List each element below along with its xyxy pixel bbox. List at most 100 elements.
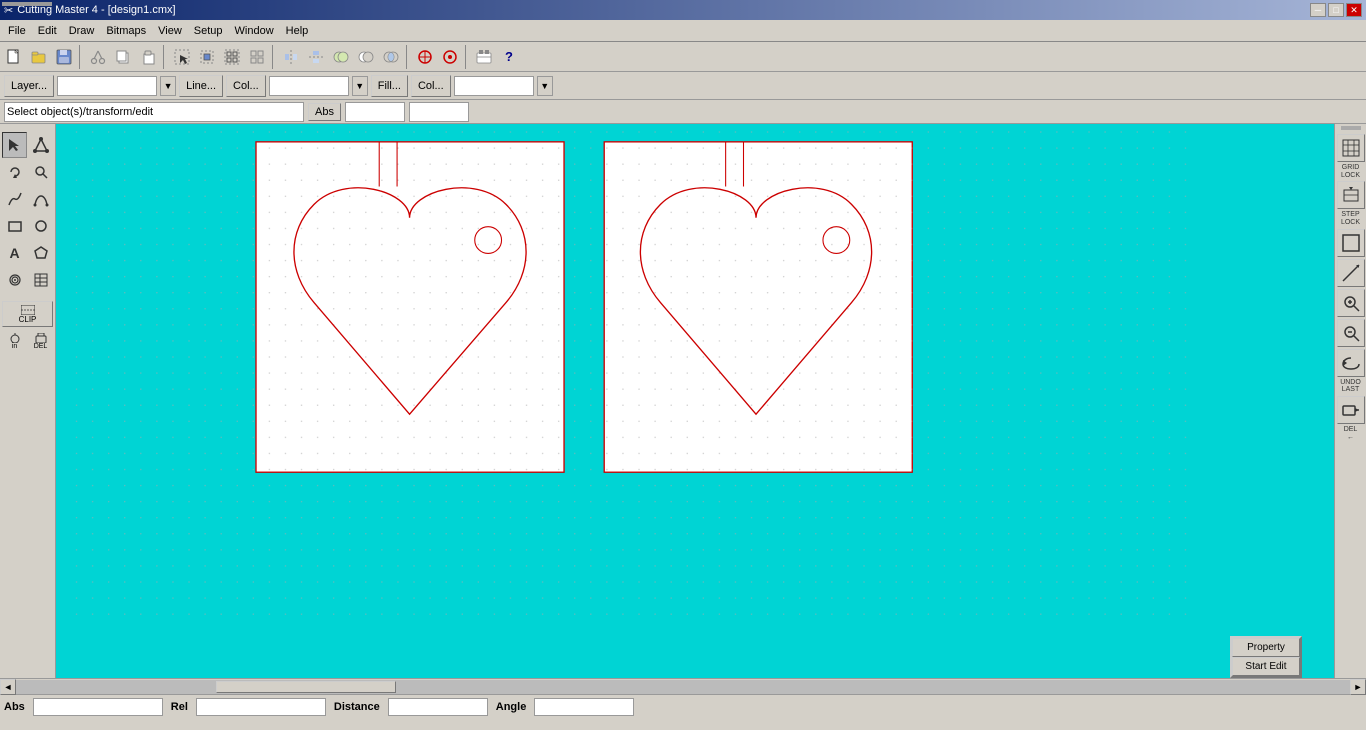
tool-row-1 xyxy=(2,132,53,158)
layer-dropdown-arrow[interactable]: ▼ xyxy=(160,76,176,96)
fill-dropdown-arrow[interactable]: ▼ xyxy=(537,76,553,96)
del-last-btn[interactable] xyxy=(1337,396,1365,424)
tool-row-clip: CLIP xyxy=(2,301,53,327)
ellipse-tool-btn[interactable] xyxy=(28,213,53,239)
fill-btn[interactable]: Fill... xyxy=(371,75,408,97)
abs-btn[interactable]: Abs xyxy=(308,103,341,121)
col-btn1[interactable]: Col... xyxy=(226,75,266,97)
select-btn[interactable] xyxy=(170,45,194,69)
zoom-out-right-btn[interactable] xyxy=(1337,319,1365,347)
del-tool-btn[interactable]: DEL xyxy=(28,328,53,354)
intersect-btn[interactable] xyxy=(379,45,403,69)
sep4 xyxy=(406,45,410,69)
flip-btn[interactable] xyxy=(304,45,328,69)
new-btn[interactable] xyxy=(2,45,26,69)
snap-btn[interactable] xyxy=(1337,229,1365,257)
angle-snap-btn[interactable] xyxy=(1337,259,1365,287)
mark-btn[interactable] xyxy=(413,45,437,69)
distance-value-input[interactable] xyxy=(388,698,488,716)
select-tool-btn[interactable] xyxy=(2,132,27,158)
clip-label: CLIP xyxy=(19,315,37,324)
menu-edit[interactable]: Edit xyxy=(32,23,63,39)
save-btn[interactable] xyxy=(52,45,76,69)
mirror-btn[interactable] xyxy=(279,45,303,69)
start-edit-btn[interactable]: Start Edit xyxy=(1232,657,1300,676)
title-bar-controls: ─ □ ✕ xyxy=(1310,3,1362,17)
scroll-thumb-h[interactable] xyxy=(216,681,396,693)
paste-btn[interactable] xyxy=(136,45,160,69)
abs-value-input[interactable] xyxy=(33,698,163,716)
line-input[interactable] xyxy=(269,76,349,96)
ungroup-btn[interactable] xyxy=(245,45,269,69)
fill-input[interactable] xyxy=(454,76,534,96)
line-btn[interactable]: Line... xyxy=(179,75,223,97)
toolbar-row-2: Layer... ▼ Line... Col... ▼ Fill... Col.… xyxy=(0,72,1366,100)
help-btn[interactable]: ? xyxy=(497,45,521,69)
menu-view[interactable]: View xyxy=(152,23,188,39)
tool-row-6 xyxy=(2,267,53,293)
send-to-cutter[interactable] xyxy=(472,45,496,69)
measure-tool-btn[interactable]: in xyxy=(2,328,27,354)
menu-file[interactable]: File xyxy=(2,23,32,39)
menu-draw[interactable]: Draw xyxy=(63,23,101,39)
menu-help[interactable]: Help xyxy=(280,23,315,39)
zoom-in-right-btn[interactable] xyxy=(1337,289,1365,317)
bezier-tool-btn[interactable] xyxy=(28,186,53,212)
sep1 xyxy=(79,45,83,69)
mark2-btn[interactable] xyxy=(438,45,462,69)
layer-dropdown[interactable] xyxy=(57,76,157,96)
minimize-btn[interactable]: ─ xyxy=(1310,3,1326,17)
menu-setup[interactable]: Setup xyxy=(188,23,229,39)
menu-bitmaps[interactable]: Bitmaps xyxy=(100,23,152,39)
menu-window[interactable]: Window xyxy=(229,23,280,39)
scroll-right-btn[interactable]: ► xyxy=(1350,679,1366,695)
layer-btn[interactable]: Layer... xyxy=(4,75,54,97)
toolbar-row-1: ? xyxy=(0,42,1366,72)
select-bar: Select object(s)/transform/edit Abs xyxy=(0,100,1366,124)
polygon-tool-btn[interactable] xyxy=(28,240,53,266)
scroll-track-h[interactable] xyxy=(16,680,1350,694)
step-lock-label: STEPLOCK xyxy=(1341,211,1360,226)
main-layout: A CLIP in xyxy=(0,124,1366,678)
scroll-left-btn[interactable]: ◄ xyxy=(0,679,16,695)
tool-row-2 xyxy=(2,159,53,185)
rotate-tool-btn[interactable] xyxy=(2,159,27,185)
transform-btn[interactable] xyxy=(195,45,219,69)
tool-row-4 xyxy=(2,213,53,239)
angle-value-input[interactable] xyxy=(534,698,634,716)
maximize-btn[interactable]: □ xyxy=(1328,3,1344,17)
close-btn[interactable]: ✕ xyxy=(1346,3,1362,17)
open-btn[interactable] xyxy=(27,45,51,69)
clip-tool-btn[interactable]: CLIP xyxy=(2,301,53,327)
canvas-area: Property Start Edit xyxy=(56,124,1334,678)
coord-x-input[interactable] xyxy=(345,102,405,122)
freehand-tool-btn[interactable] xyxy=(2,186,27,212)
node-tool-btn[interactable] xyxy=(28,132,53,158)
text-tool-btn[interactable]: A xyxy=(2,240,27,266)
coord-y-input[interactable] xyxy=(409,102,469,122)
sep2 xyxy=(163,45,167,69)
weld-btn[interactable] xyxy=(329,45,353,69)
step-lock-btn[interactable] xyxy=(1337,181,1365,209)
grid-lock-btn[interactable] xyxy=(1337,134,1365,162)
right-panel-marker xyxy=(1341,126,1361,130)
rel-value-input[interactable] xyxy=(196,698,326,716)
status-text: Select object(s)/transform/edit xyxy=(4,102,304,122)
group-btn[interactable] xyxy=(220,45,244,69)
undo-last-btn[interactable] xyxy=(1337,349,1365,377)
sep3 xyxy=(272,45,276,69)
table-tool-btn[interactable] xyxy=(28,267,53,293)
col-btn2[interactable]: Col... xyxy=(411,75,451,97)
line-dropdown-arrow[interactable]: ▼ xyxy=(352,76,368,96)
angle-label-bottom: Angle xyxy=(496,701,527,713)
distance-label-bottom: Distance xyxy=(334,701,380,713)
zoom-tool-btn[interactable] xyxy=(28,159,53,185)
cut-btn[interactable] xyxy=(86,45,110,69)
spiral-tool-btn[interactable] xyxy=(2,267,27,293)
menu-bar: File Edit Draw Bitmaps View Setup Window… xyxy=(0,20,1366,42)
copy-btn[interactable] xyxy=(111,45,135,69)
trim-btn[interactable] xyxy=(354,45,378,69)
del-last-label: DEL← xyxy=(1344,426,1358,441)
property-btn[interactable]: Property xyxy=(1232,638,1300,657)
rect-tool-btn[interactable] xyxy=(2,213,27,239)
